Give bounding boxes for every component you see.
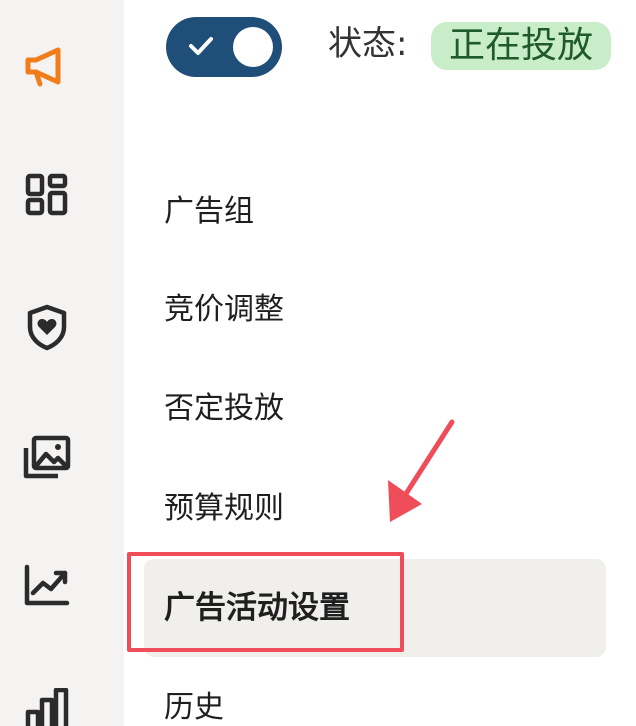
campaign-status-toggle[interactable] [166, 17, 282, 77]
menu-item-negative-targeting[interactable]: 否定投放 [164, 389, 284, 429]
annotation-arrow-icon [388, 419, 455, 522]
line-chart-icon[interactable] [20, 558, 74, 612]
shield-heart-icon[interactable] [20, 300, 74, 354]
annotation-highlight-box [127, 552, 404, 652]
image-gallery-icon[interactable] [20, 430, 74, 484]
menu-item-budget-rules[interactable]: 预算规则 [164, 489, 284, 529]
grid-icon[interactable] [20, 168, 74, 222]
status-badge: 正在投放 [431, 22, 612, 70]
status-label: 状态: [328, 24, 408, 64]
icon-sidebar [0, 0, 124, 726]
check-icon [189, 37, 213, 55]
menu-item-ad-groups[interactable]: 广告组 [164, 192, 254, 232]
bar-chart-icon[interactable] [20, 684, 74, 726]
app-window: 状态: 正在投放 广告组 竞价调整 否定投放 预算规则 广告活动设置 历史 [0, 0, 636, 726]
menu-item-history[interactable]: 历史 [164, 688, 224, 726]
megaphone-icon[interactable] [20, 38, 74, 92]
toggle-knob [233, 27, 273, 67]
menu-item-bid-adjustments[interactable]: 竞价调整 [164, 290, 284, 330]
